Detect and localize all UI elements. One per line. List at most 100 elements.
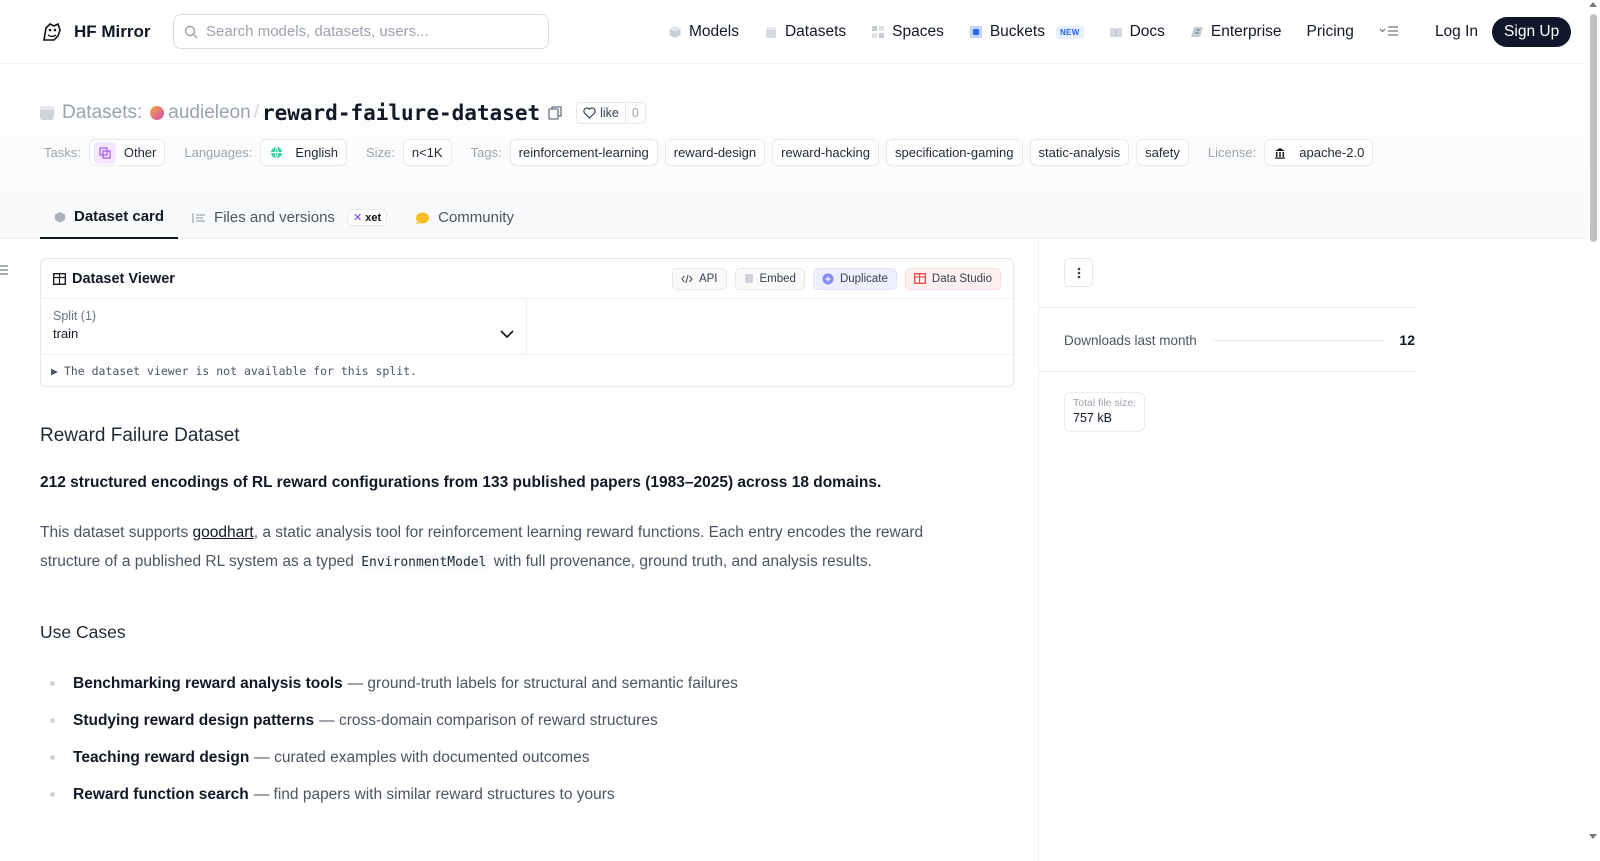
- nav-enterprise-label: Enterprise: [1210, 23, 1282, 40]
- scroll-up-arrow-icon[interactable]: [1589, 2, 1597, 7]
- table-icon: [53, 272, 66, 285]
- repo-type-label: Datasets:: [62, 102, 143, 123]
- spaces-icon: [872, 26, 885, 38]
- divider: [1039, 307, 1415, 308]
- embed-icon: [744, 274, 753, 283]
- use-case-desc: — cross-domain comparison of reward stru…: [319, 711, 658, 729]
- list-item: Studying reward design patterns — cross-d…: [40, 702, 1014, 739]
- language-tag[interactable]: English: [260, 139, 347, 166]
- list-item: Reward function search — find papers with…: [40, 776, 1014, 813]
- use-cases-heading: Use Cases: [40, 622, 126, 642]
- nav-spaces-label: Spaces: [892, 23, 944, 40]
- languages-label: Languages:: [184, 145, 253, 160]
- copy-icon[interactable]: [548, 106, 562, 120]
- tag-safety[interactable]: safety: [1136, 139, 1189, 166]
- embed-button-label: Embed: [759, 272, 796, 285]
- nav-pricing[interactable]: Pricing: [1307, 23, 1354, 41]
- heart-icon: [583, 107, 596, 119]
- files-icon: [192, 212, 206, 223]
- scrollbar-thumb[interactable]: [1590, 14, 1597, 242]
- card-description: This dataset supports goodhart, a static…: [40, 518, 940, 577]
- duplicate-button[interactable]: Duplicate: [812, 267, 897, 290]
- page-scrollbar[interactable]: [1586, 0, 1600, 861]
- dataset-card-icon: [55, 211, 65, 222]
- file-size-box: Total file size: 757 kB: [1064, 392, 1146, 432]
- api-button[interactable]: API: [671, 267, 727, 290]
- like-area[interactable]: like: [577, 103, 625, 123]
- tab-community-label: Community: [438, 209, 514, 226]
- tasks-label: Tasks:: [44, 145, 81, 160]
- card-lead: 212 structured encodings of RL reward co…: [40, 474, 882, 491]
- tab-files-and-versions[interactable]: Files and versions ✕ xet: [178, 196, 401, 239]
- disclosure-triangle-icon: ▶: [51, 363, 58, 378]
- use-case-term: Benchmarking reward analysis tools: [73, 674, 343, 692]
- more-menu-button[interactable]: [1379, 24, 1399, 40]
- search-input[interactable]: [206, 23, 526, 40]
- datasets-icon: [765, 27, 776, 38]
- language-tag-label: English: [295, 145, 338, 160]
- community-icon: [416, 212, 430, 224]
- tag-static-analysis[interactable]: static-analysis: [1029, 139, 1130, 166]
- tag-specification-gaming[interactable]: specification-gaming: [886, 139, 1023, 166]
- split-select[interactable]: Split (1) train: [41, 299, 527, 354]
- card-title: Reward Failure Dataset: [40, 425, 240, 446]
- tags-row: Tasks: Other Languages: English Size: n<…: [44, 139, 1380, 166]
- nav-datasets[interactable]: Datasets: [764, 23, 846, 41]
- nav-models[interactable]: Models: [668, 23, 739, 41]
- split-value: train: [53, 326, 79, 341]
- tab-files-label: Files and versions: [214, 209, 335, 226]
- nav-spaces[interactable]: Spaces: [871, 23, 944, 41]
- use-case-term: Teaching reward design: [73, 748, 250, 766]
- more-options-button[interactable]: [1064, 258, 1093, 287]
- goodhart-link[interactable]: goodhart: [193, 524, 254, 541]
- tab-community[interactable]: Community: [401, 196, 528, 239]
- search-icon: [184, 25, 198, 38]
- use-case-term: Studying reward design patterns: [73, 711, 315, 729]
- license-tag[interactable]: apache-2.0: [1264, 139, 1374, 166]
- use-cases-list: Benchmarking reward analysis tools — grou…: [40, 665, 1014, 813]
- main-content: Dataset Viewer API Embed Duplicate Data: [40, 258, 1014, 813]
- tag-reinforcement-learning[interactable]: reinforcement-learning: [509, 139, 658, 166]
- dataset-viewer: Dataset Viewer API Embed Duplicate Data: [40, 258, 1014, 387]
- sidebar-toggle[interactable]: [0, 263, 10, 275]
- viewer-unavailable-note[interactable]: ▶ The dataset viewer is not available fo…: [41, 355, 1013, 386]
- use-case-desc: — find papers with similar reward struct…: [253, 785, 615, 803]
- data-studio-icon: [913, 273, 926, 284]
- brand[interactable]: HF Mirror: [40, 20, 174, 44]
- list-item: Teaching reward design — curated examples…: [40, 739, 1014, 776]
- tag-reward-hacking[interactable]: reward-hacking: [772, 139, 879, 166]
- downloads-sparkline: [1212, 339, 1384, 341]
- repo-title: Datasets: audieleon / reward-failure-dat…: [40, 101, 646, 125]
- repo-owner-link[interactable]: audieleon: [168, 102, 250, 124]
- nav-enterprise[interactable]: Enterprise: [1190, 23, 1282, 41]
- globe-icon: [265, 142, 287, 164]
- signup-button[interactable]: Sign Up: [1492, 17, 1572, 47]
- chevron-down-icon: [500, 330, 514, 339]
- size-tag[interactable]: n<1K: [402, 139, 452, 166]
- new-badge: NEW: [1055, 25, 1084, 39]
- task-tag[interactable]: Other: [88, 139, 166, 166]
- scroll-down-arrow-icon[interactable]: [1589, 834, 1597, 839]
- dataset-card: Reward Failure Dataset 212 structured en…: [40, 387, 1014, 813]
- tab-dataset-card[interactable]: Dataset card: [40, 196, 179, 239]
- owner-avatar: [150, 106, 165, 120]
- tag-reward-design[interactable]: reward-design: [664, 139, 766, 166]
- search-box[interactable]: [173, 14, 549, 49]
- list-item: Benchmarking reward analysis tools — grou…: [40, 665, 1014, 702]
- code-icon: [681, 274, 693, 283]
- repo-name[interactable]: reward-failure-dataset: [262, 101, 540, 125]
- downloads-stat: Downloads last month 12: [1064, 332, 1415, 348]
- like-button[interactable]: like 0: [576, 102, 646, 124]
- license-label: License:: [1207, 145, 1257, 160]
- nav-docs-label: Docs: [1129, 23, 1165, 40]
- embed-button[interactable]: Embed: [734, 267, 805, 290]
- login-link[interactable]: Log In: [1435, 23, 1478, 41]
- nav-buckets[interactable]: Buckets NEW: [969, 23, 1084, 41]
- like-count[interactable]: 0: [624, 103, 645, 123]
- viewer-title-label: Dataset Viewer: [72, 270, 175, 287]
- nav-docs[interactable]: Docs: [1109, 23, 1165, 41]
- more-menu-icon: [1379, 26, 1398, 36]
- data-studio-button[interactable]: Data Studio: [904, 267, 1001, 290]
- use-case-term: Reward function search: [73, 785, 249, 803]
- xet-badge-label: xet: [365, 212, 382, 224]
